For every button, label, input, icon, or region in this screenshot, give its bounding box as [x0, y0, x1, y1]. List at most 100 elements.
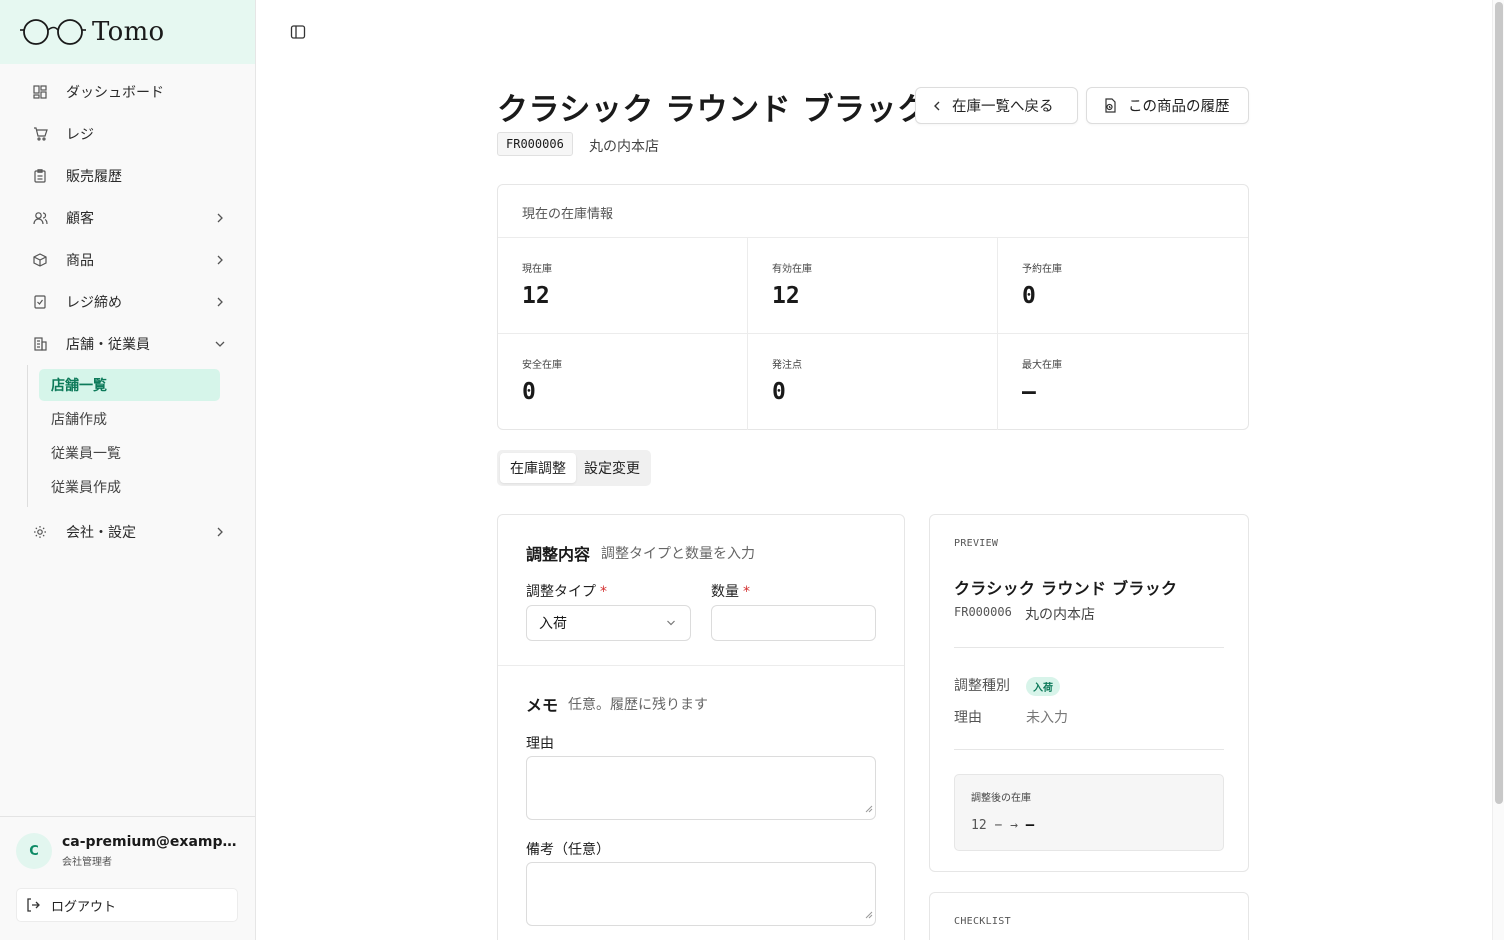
chevron-right-icon [215, 255, 225, 265]
reason-textarea[interactable] [526, 756, 876, 820]
user-profile[interactable]: C ca-premium@example.com 会社管理者 [0, 817, 255, 869]
quantity-label: 数量 * [711, 581, 750, 601]
preview-divider [954, 647, 1224, 648]
after-stock-label: 調整後の在庫 [971, 793, 1031, 804]
after-stock-box: 調整後の在庫 12 − → — [954, 774, 1224, 851]
main-nav: ダッシュボード レジ 販売履歴 顧客 商品 レジ締め 店舗・従業員 店舗一覧 店… [0, 64, 255, 553]
back-to-inventory-button[interactable]: 在庫一覧へ戻る [915, 87, 1078, 124]
history-document-icon [1103, 98, 1118, 113]
memo-section-desc: 任意。履歴に残ります [568, 697, 708, 713]
checklist-card: CHECKLIST [929, 892, 1249, 940]
sidebar-item-label: ダッシュボード [66, 85, 164, 101]
stock-cell: 現在庫 12 [498, 238, 748, 334]
stock-cell: 予約在庫 0 [998, 238, 1248, 334]
checklist-label: CHECKLIST [954, 916, 1011, 927]
preview-divider [954, 749, 1224, 750]
preview-reason-key: 理由 [954, 710, 982, 726]
resize-grip-icon[interactable] [865, 798, 873, 817]
store-name: 丸の内本店 [589, 139, 659, 155]
tab-settings-change[interactable]: 設定変更 [576, 453, 648, 483]
stock-cell-value: 0 [522, 379, 536, 405]
stock-cell-label: 現在庫 [522, 264, 552, 275]
reason-label: 理由 [526, 736, 554, 752]
product-history-button[interactable]: この商品の履歴 [1086, 87, 1249, 124]
back-button-label: 在庫一覧へ戻る [952, 99, 1054, 115]
sidebar-item-label: 販売履歴 [66, 169, 122, 185]
tab-stock-adjust[interactable]: 在庫調整 [500, 453, 576, 483]
resize-grip-icon[interactable] [865, 904, 873, 923]
chevron-right-icon [215, 527, 225, 537]
stock-cell-value: — [1022, 379, 1036, 405]
product-code-badge: FR000006 [497, 132, 573, 156]
scrollbar-thumb[interactable] [1495, 2, 1503, 804]
quantity-input[interactable] [711, 605, 876, 641]
brand-name: Tomo [92, 17, 165, 47]
adjust-section-title: 調整内容 [526, 545, 591, 564]
stock-cell: 最大在庫 — [998, 334, 1248, 430]
chevron-down-icon [215, 339, 225, 349]
user-area: C ca-premium@example.com 会社管理者 ログアウト [0, 816, 255, 940]
adjust-type-value: 入荷 [539, 616, 567, 632]
sidebar-item-register[interactable]: レジ [0, 113, 255, 155]
user-email: ca-premium@example.com [62, 834, 238, 850]
required-mark: * [743, 584, 750, 600]
sidebar-item-label: レジ [66, 127, 94, 143]
preview-store-name: 丸の内本店 [1025, 607, 1095, 623]
logout-button[interactable]: ログアウト [16, 888, 238, 922]
stock-card-heading: 現在の在庫情報 [498, 185, 1248, 238]
sidebar-item-products[interactable]: 商品 [0, 239, 255, 281]
sidebar-item-label: 商品 [66, 253, 94, 269]
box-icon [32, 252, 48, 268]
sidebar-subitem-staff-list[interactable]: 従業員一覧 [39, 437, 220, 469]
after-stock-to: — [1025, 817, 1035, 833]
dashboard-icon [32, 84, 48, 100]
required-mark: * [600, 584, 607, 600]
stock-cell-value: 0 [1022, 283, 1036, 309]
sidebar-subitem-store-list[interactable]: 店舗一覧 [39, 369, 220, 401]
page-title: クラシック ラウンド ブラック [497, 92, 929, 128]
sidebar: Tomo ダッシュボード レジ 販売履歴 顧客 商品 レジ締め 店舗・従業員 店… [0, 0, 256, 940]
sidebar-item-customers[interactable]: 顧客 [0, 197, 255, 239]
stock-cell-label: 発注点 [772, 360, 802, 371]
history-button-label: この商品の履歴 [1128, 99, 1230, 115]
chevron-down-icon [666, 618, 676, 628]
note-label: 備考（任意） [526, 842, 610, 858]
logout-label: ログアウト [51, 899, 117, 915]
chevron-left-icon [932, 101, 942, 111]
logout-icon [25, 897, 41, 913]
adjust-section-desc: 調整タイプと数量を入力 [601, 546, 755, 562]
checklist-icon [32, 294, 48, 310]
stock-cell: 発注点 0 [748, 334, 998, 430]
user-info: ca-premium@example.com 会社管理者 [62, 834, 238, 868]
clipboard-icon [32, 168, 48, 184]
preview-reason-value: 未入力 [1026, 710, 1068, 726]
quantity-label-text: 数量 [711, 584, 739, 600]
sidebar-item-sales-history[interactable]: 販売履歴 [0, 155, 255, 197]
stock-cell-label: 有効在庫 [772, 264, 812, 275]
adjust-type-select[interactable]: 入荷 [526, 605, 691, 641]
stock-cell-label: 安全在庫 [522, 360, 562, 371]
tab-list: 在庫調整 設定変更 [497, 450, 651, 486]
sidebar-subitem-store-create[interactable]: 店舗作成 [39, 403, 220, 435]
sidebar-subitem-staff-create[interactable]: 従業員作成 [39, 471, 220, 503]
glasses-logo-icon [20, 17, 86, 47]
stock-cell: 安全在庫 0 [498, 334, 748, 430]
preview-card: PREVIEW クラシック ラウンド ブラック FR000006 丸の内本店 調… [929, 514, 1249, 872]
note-textarea[interactable] [526, 862, 876, 926]
adjust-type-label: 調整タイプ * [526, 581, 607, 601]
sidebar-item-dashboard[interactable]: ダッシュボード [0, 71, 255, 113]
after-stock-value: 12 − → — [971, 817, 1034, 833]
preview-product-code: FR000006 [954, 605, 1012, 619]
brand[interactable]: Tomo [0, 0, 255, 64]
building-icon [32, 336, 48, 352]
stock-grid: 現在庫 12 有効在庫 12 予約在庫 0 安全在庫 0 発注点 0 最大在庫 … [498, 238, 1248, 430]
sidebar-item-stores-staff[interactable]: 店舗・従業員 [0, 323, 255, 365]
sidebar-item-register-close[interactable]: レジ締め [0, 281, 255, 323]
user-role: 会社管理者 [62, 857, 112, 868]
sidebar-toggle-button[interactable] [289, 23, 307, 41]
adjust-type-label-text: 調整タイプ [526, 584, 596, 600]
page-scrollbar[interactable] [1492, 0, 1504, 940]
cart-icon [32, 126, 48, 142]
preview-product-name: クラシック ラウンド ブラック [954, 579, 1178, 598]
sidebar-item-company-settings[interactable]: 会社・設定 [0, 511, 255, 553]
